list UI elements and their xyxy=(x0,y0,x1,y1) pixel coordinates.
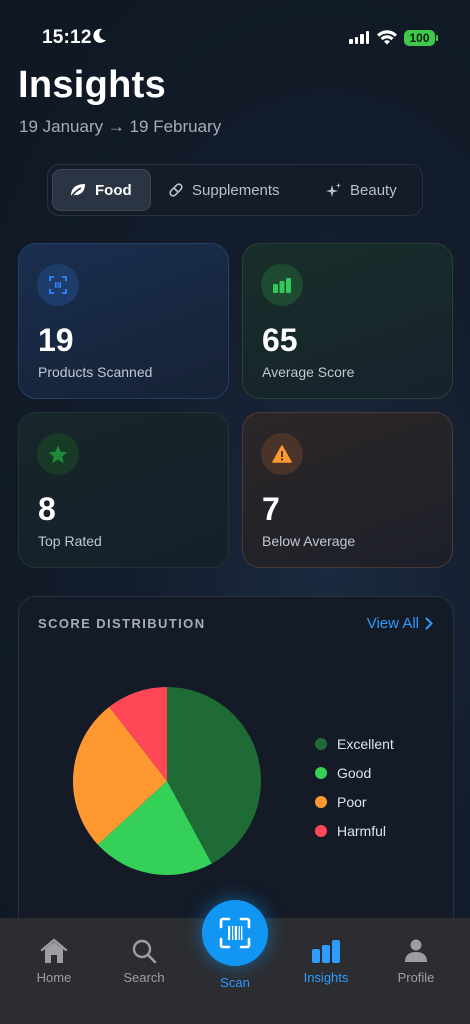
category-segmented-control: Food Supplements Beauty xyxy=(47,164,423,216)
average-score-card[interactable]: 65 Average Score xyxy=(242,243,453,399)
battery-tip xyxy=(436,35,438,41)
products-scanned-card[interactable]: 19 Products Scanned xyxy=(18,243,229,399)
tab-home-label: Home xyxy=(36,970,72,985)
average-score-value: 65 xyxy=(262,322,298,358)
sparkle-icon xyxy=(326,183,341,197)
segment-food[interactable]: Food xyxy=(52,169,151,211)
leaf-icon xyxy=(70,184,85,198)
legend-label: Harmful xyxy=(337,822,387,839)
legend-item-poor: Poor xyxy=(315,787,394,816)
scan-button[interactable] xyxy=(202,900,268,966)
products-scanned-label: Products Scanned xyxy=(38,364,153,380)
tab-home[interactable]: Home xyxy=(14,936,94,985)
moon-icon xyxy=(93,28,106,43)
status-bar: 15:12 100 xyxy=(0,0,470,72)
person-icon xyxy=(405,939,427,962)
segment-supplements-label: Supplements xyxy=(192,181,280,199)
top-rated-card[interactable]: 8 Top Rated xyxy=(18,412,229,568)
segment-food-label: Food xyxy=(95,181,132,199)
bar-chart-icon xyxy=(261,264,303,306)
top-rated-label: Top Rated xyxy=(38,533,102,549)
search-icon xyxy=(132,939,157,964)
warning-icon xyxy=(261,433,303,475)
legend-dot xyxy=(315,824,327,837)
home-icon xyxy=(40,938,68,963)
tab-profile[interactable]: Profile xyxy=(376,936,456,985)
legend-dot xyxy=(315,766,327,779)
pill-icon xyxy=(169,183,183,197)
page-title: Insights xyxy=(18,64,167,106)
battery-indicator: 100 xyxy=(404,30,435,46)
date-range[interactable]: 19 January → 19 February xyxy=(19,117,221,137)
legend-label: Good xyxy=(337,764,372,781)
products-scanned-value: 19 xyxy=(38,322,74,358)
star-icon xyxy=(37,433,79,475)
average-score-label: Average Score xyxy=(262,364,355,380)
tab-search-label: Search xyxy=(123,970,165,985)
legend-item-harmful: Harmful xyxy=(315,816,394,845)
below-average-value: 7 xyxy=(262,491,280,527)
segment-beauty[interactable]: Beauty xyxy=(326,169,406,211)
status-time: 15:12 xyxy=(42,27,92,48)
score-distribution-pie-chart xyxy=(73,687,261,875)
tab-insights-label: Insights xyxy=(303,970,349,985)
cellular-signal-icon xyxy=(349,31,369,44)
score-distribution-panel: SCORE DISTRIBUTION View All Excellent Goo… xyxy=(18,596,454,936)
score-distribution-title: SCORE DISTRIBUTION xyxy=(38,616,206,631)
legend-dot xyxy=(315,795,327,808)
tab-search[interactable]: Search xyxy=(104,936,184,985)
top-rated-value: 8 xyxy=(38,491,56,527)
tab-insights[interactable]: Insights xyxy=(286,936,366,985)
bar-chart-icon xyxy=(312,940,340,963)
legend-item-excellent: Excellent xyxy=(315,729,394,758)
wifi-icon xyxy=(377,30,397,45)
chevron-right-icon xyxy=(425,617,433,630)
segment-supplements[interactable]: Supplements xyxy=(168,169,298,211)
barcode-scan-icon xyxy=(219,917,251,949)
barcode-icon xyxy=(37,264,79,306)
below-average-card[interactable]: 7 Below Average xyxy=(242,412,453,568)
view-all-label: View All xyxy=(366,615,419,632)
legend-dot xyxy=(315,737,327,750)
tab-profile-label: Profile xyxy=(397,970,435,985)
legend-item-good: Good xyxy=(315,758,394,787)
segment-beauty-label: Beauty xyxy=(350,181,397,199)
pie-legend: Excellent Good Poor Harmful xyxy=(315,729,394,845)
view-all-link[interactable]: View All xyxy=(367,615,433,632)
scan-label: Scan xyxy=(220,975,250,990)
legend-label: Excellent xyxy=(337,735,394,752)
below-average-label: Below Average xyxy=(262,533,356,549)
legend-label: Poor xyxy=(337,793,367,810)
